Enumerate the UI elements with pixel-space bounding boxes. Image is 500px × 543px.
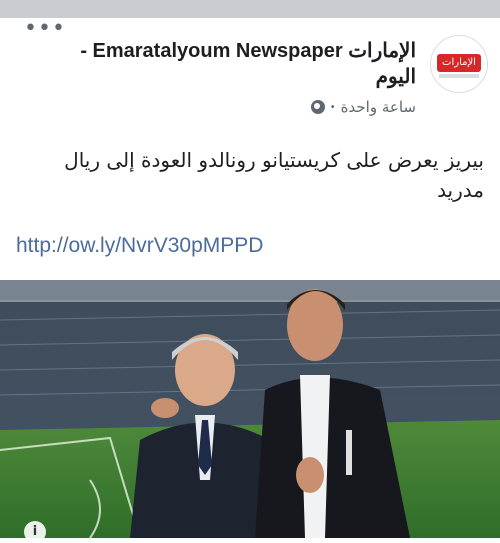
- page-name[interactable]: - Emaratalyoum Newspaper الإمارات اليوم: [56, 38, 416, 90]
- page-logo: الإمارات اليوم: [437, 54, 481, 86]
- page-avatar[interactable]: الإمارات اليوم: [430, 35, 488, 93]
- post-meta: ساعة واحدة •: [310, 98, 416, 116]
- globe-icon[interactable]: [310, 100, 325, 114]
- more-options-icon[interactable]: •••: [24, 18, 66, 40]
- post-text: بيريز يعرض على كريستيانو رونالدو العودة …: [64, 148, 484, 202]
- post-timestamp[interactable]: ساعة واحدة: [341, 98, 416, 116]
- post-photo[interactable]: [0, 280, 500, 538]
- post-link[interactable]: http://ow.ly/NvrV30pMPPD: [16, 234, 263, 258]
- top-divider: [0, 0, 500, 18]
- logo-underline: [439, 74, 479, 78]
- meta-separator: •: [329, 101, 336, 113]
- photo-illustration: [0, 280, 500, 538]
- info-icon[interactable]: i: [24, 521, 46, 543]
